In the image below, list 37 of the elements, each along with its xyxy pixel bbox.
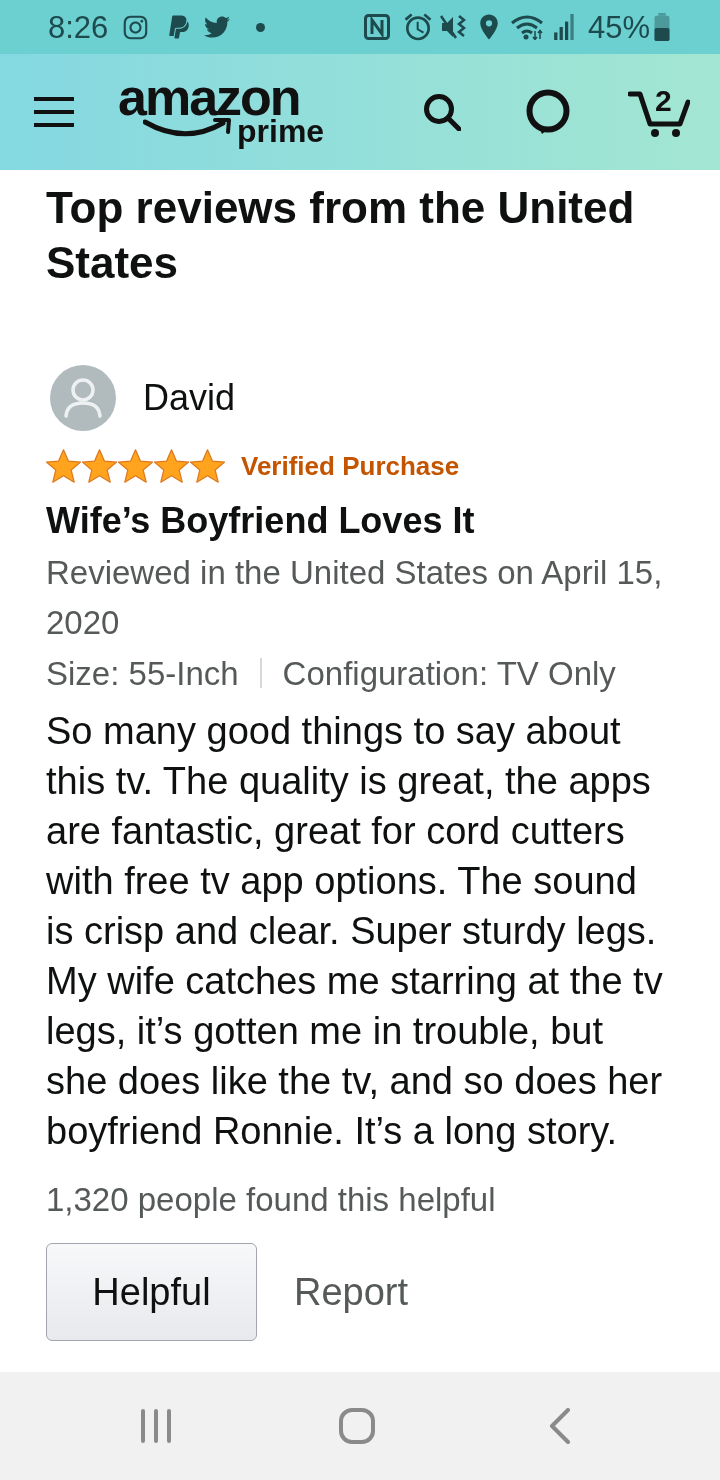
star-icon [46, 449, 81, 483]
camera-icon [123, 13, 149, 41]
reviewer-name[interactable]: David [143, 380, 236, 416]
report-link[interactable]: Report [294, 1273, 409, 1311]
product-variant: Configuration: TV Only [282, 656, 616, 690]
logo-subtitle: prime [237, 115, 325, 147]
cart-button[interactable]: 2 [628, 86, 690, 138]
star-icon [118, 449, 153, 483]
voice-assistant-ring-icon[interactable] [526, 89, 570, 135]
p-logo-icon [168, 14, 191, 40]
verified-purchase-label: Verified Purchase [241, 453, 460, 479]
star-icon [82, 449, 117, 483]
review-date: Reviewed in the United States on April 15, 2020 [46, 553, 664, 643]
home-icon[interactable] [339, 1408, 375, 1444]
smile-arrow-icon [143, 117, 233, 139]
battery-percent: 45% [587, 11, 650, 43]
menu-icon[interactable] [34, 97, 74, 127]
battery-icon [654, 13, 670, 41]
review-text: So many good things to say about this tv. The quality is great, the apps are fantastic, great for cord cutters with free tv app options. The sound is crisp and clear. Super sturdy legs. My wife catches me starring at the tv legs, it’s gotten me in trouble, but she does like the tv, and so does her boyfriend Ronnie. It’s a long story. [46, 709, 664, 1154]
product-variant: Size: 55-Inch [46, 656, 239, 690]
avatar-icon [50, 365, 116, 431]
helpful-count: 1,320 people found this helpful [46, 1180, 497, 1220]
helpful-button[interactable]: Helpful [46, 1243, 257, 1341]
star-icon [154, 449, 189, 483]
back-icon[interactable] [549, 1408, 571, 1444]
review-title[interactable]: Wife’s Boyfriend Loves It [46, 500, 674, 542]
recent-apps-icon[interactable] [140, 1409, 172, 1443]
search-icon[interactable] [423, 93, 461, 131]
notification-dot-icon [256, 22, 266, 32]
star-icon [190, 449, 225, 483]
nfc-icon [363, 14, 390, 40]
wifi-icon [509, 14, 544, 40]
section-title: Top reviews from the United States [46, 182, 636, 289]
signal-icon [553, 14, 576, 40]
mute-icon [439, 14, 466, 40]
bird-icon [202, 14, 233, 40]
status-time: 8:26 [48, 11, 109, 43]
